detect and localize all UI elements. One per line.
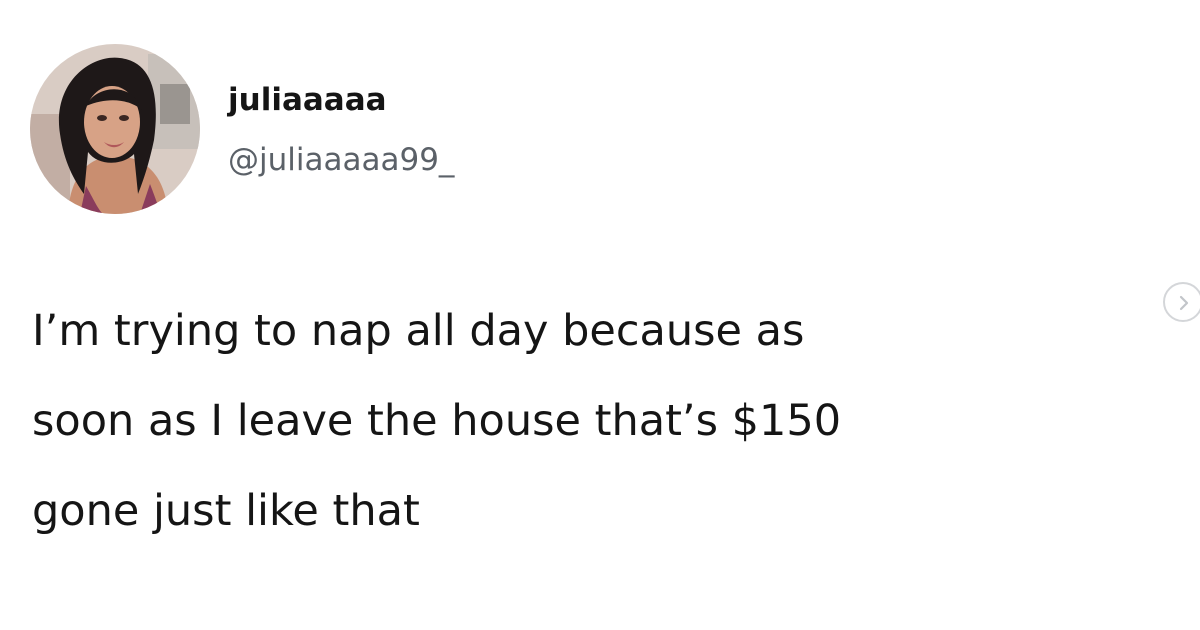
avatar[interactable] bbox=[30, 44, 200, 214]
display-name[interactable]: juliaaaaa bbox=[228, 80, 387, 120]
tweet-text: I’m trying to nap all day because as soo… bbox=[32, 286, 1167, 556]
tweet-card: juliaaaaa @juliaaaaa99_ I’m trying to na… bbox=[0, 0, 1200, 630]
chevron-right-glyph bbox=[1179, 295, 1189, 311]
avatar-photo bbox=[30, 44, 200, 214]
tweet-text-line: gone just like that bbox=[32, 486, 420, 536]
chevron-right-icon[interactable] bbox=[1163, 282, 1200, 322]
user-handle[interactable]: @juliaaaaa99_ bbox=[228, 140, 454, 180]
tweet-text-line: soon as I leave the house that’s $150 bbox=[32, 396, 842, 446]
tweet-text-line: I’m trying to nap all day because as bbox=[32, 306, 805, 356]
